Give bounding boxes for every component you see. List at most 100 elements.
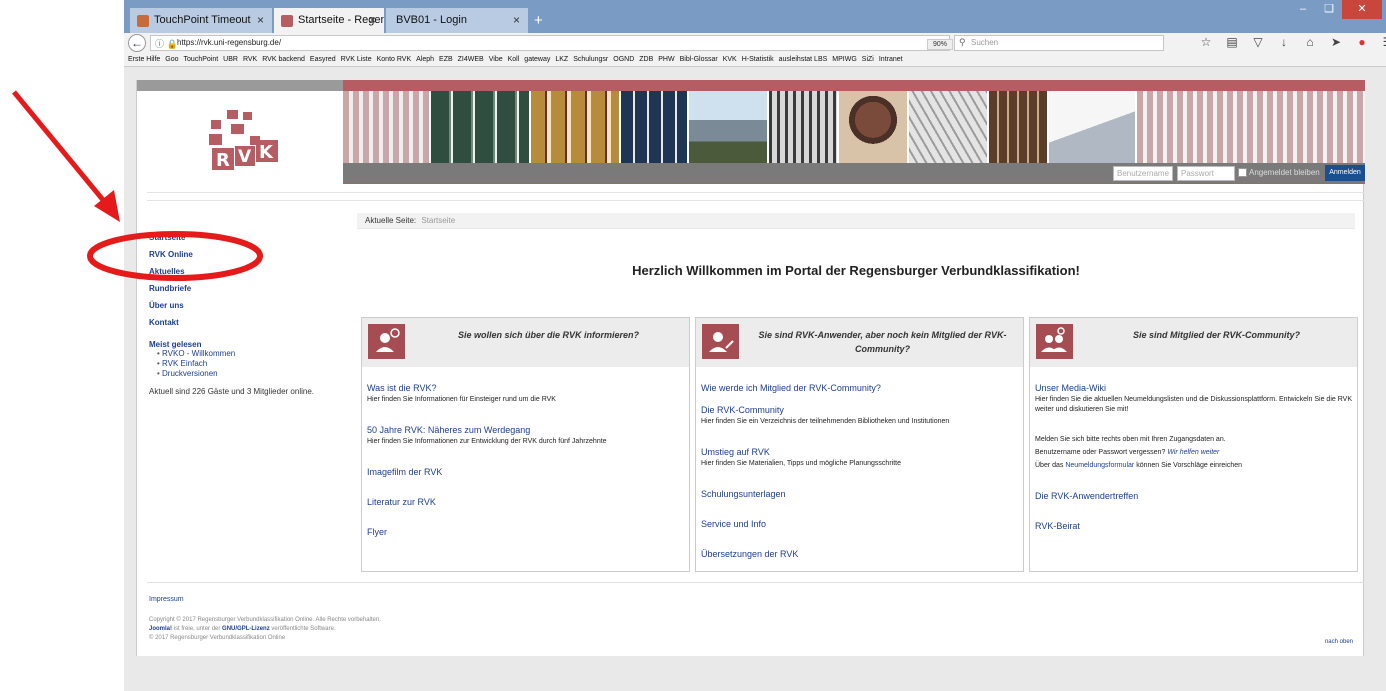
link-mitglied-werden[interactable]: Wie werde ich Mitglied der RVK-Community…	[701, 383, 1018, 393]
bookmark-item[interactable]: EZB	[439, 56, 453, 63]
link-beirat[interactable]: RVK-Beirat	[1035, 521, 1352, 531]
browser-window: TouchPoint Timeout × Startseite - Regens…	[124, 0, 1386, 691]
back-button[interactable]: ←	[128, 34, 146, 52]
svg-text:R: R	[216, 150, 230, 171]
link-media-wiki[interactable]: Unser Media-Wiki	[1035, 383, 1352, 393]
tab-touchpoint[interactable]: TouchPoint Timeout ×	[130, 8, 272, 33]
bookmark-item[interactable]: TouchPoint	[184, 56, 219, 63]
bookmark-item[interactable]: Schulungsr	[573, 56, 608, 63]
addon-icon[interactable]: ●	[1352, 35, 1372, 49]
gpl-link[interactable]: GNU/GPL-Lizenz	[222, 626, 270, 632]
back-to-top-link[interactable]: nach oben	[1325, 639, 1353, 645]
bookmark-item[interactable]: Aleph	[416, 56, 434, 63]
link-uebersetzungen[interactable]: Übersetzungen der RVK	[701, 549, 1018, 559]
nav-item-startseite[interactable]: Startseite	[149, 233, 339, 242]
link-literatur[interactable]: Literatur zur RVK	[367, 497, 684, 507]
search-input[interactable]: ⚲ Suchen	[954, 35, 1164, 51]
link-help[interactable]: Wir helfen weiter	[1167, 449, 1219, 456]
link-imagefilm[interactable]: Imagefilm der RVK	[367, 467, 684, 477]
bookmark-item[interactable]: Vibe	[489, 56, 503, 63]
nav-item-rundbriefe[interactable]: Rundbriefe	[149, 284, 339, 293]
most-read-item[interactable]: RVKO - Willkommen	[149, 349, 339, 359]
bookmark-item[interactable]: Goo	[165, 56, 178, 63]
tab-startseite[interactable]: Startseite - Regensburger Ver ×	[274, 8, 384, 33]
info-panel: Sie wollen sich über die RVK informieren…	[361, 317, 690, 572]
welcome-heading: Herzlich Willkommen im Portal der Regens…	[632, 263, 1080, 278]
bookmark-item[interactable]: KVK	[723, 56, 737, 63]
bookmark-item[interactable]: LKZ	[555, 56, 568, 63]
login-button[interactable]: Anmelden	[1325, 165, 1365, 181]
bookmark-item[interactable]: H-Statistik	[742, 56, 774, 63]
most-read-item[interactable]: RVK Einfach	[149, 359, 339, 369]
link-neumeldungsformular[interactable]: Neumeldungsformular	[1065, 462, 1134, 469]
panel-header: Sie sind Mitglied der RVK-Community?	[1030, 318, 1357, 367]
bookmark-star-icon[interactable]: ☆	[1196, 35, 1216, 49]
link-50-jahre[interactable]: 50 Jahre RVK: Näheres zum Werdegang	[367, 425, 684, 435]
panel-body: Wie werde ich Mitglied der RVK-Community…	[696, 367, 1023, 559]
close-window-icon[interactable]: ✕	[1342, 0, 1382, 19]
pocket-icon[interactable]: ▽	[1248, 35, 1268, 49]
bookmark-item[interactable]: Easyred	[310, 56, 336, 63]
tab-close-icon[interactable]: ×	[369, 13, 376, 27]
bookmark-item[interactable]: RVK Liste	[341, 56, 372, 63]
joomla-link[interactable]: Joomla!	[149, 626, 172, 632]
remember-me-checkbox[interactable]: Angemeldet bleiben	[1238, 168, 1320, 178]
menu-icon[interactable]: ☰	[1378, 35, 1386, 49]
panel-title: Sie sind RVK-Anwender, aber noch kein Mi…	[758, 330, 1007, 354]
link-umstieg[interactable]: Umstieg auf RVK	[701, 447, 1018, 457]
bookmark-item[interactable]: ZI4WEB	[458, 56, 484, 63]
link-service-info[interactable]: Service und Info	[701, 519, 1018, 529]
banner-image	[1049, 91, 1137, 163]
bookmark-item[interactable]: ausleihstat LBS	[779, 56, 828, 63]
bookmark-item[interactable]: Intranet	[879, 56, 903, 63]
bookmark-item[interactable]: Bibl-Glossar	[680, 56, 718, 63]
bookmark-item[interactable]: Koll	[508, 56, 520, 63]
breadcrumb-label: Aktuelle Seite:	[365, 216, 417, 225]
member-panel: Sie sind Mitglied der RVK-Community? Uns…	[1029, 317, 1358, 572]
bookmark-item[interactable]: ZDB	[639, 56, 653, 63]
username-input[interactable]: Benutzername	[1113, 166, 1173, 181]
minimize-icon[interactable]: –	[1290, 0, 1316, 19]
link-flyer[interactable]: Flyer	[367, 527, 684, 537]
impressum-link[interactable]: Impressum	[149, 596, 184, 603]
home-icon[interactable]: ⌂	[1300, 35, 1320, 49]
copyright-line: Copyright © 2017 Regensburger Verbundkla…	[149, 617, 381, 623]
bookmark-item[interactable]: gateway	[524, 56, 550, 63]
bookmark-item[interactable]: PHW	[658, 56, 674, 63]
password-input[interactable]: Passwort	[1177, 166, 1235, 181]
bookmark-item[interactable]: MPIWG	[832, 56, 857, 63]
tab-close-icon[interactable]: ×	[257, 13, 264, 27]
rvk-logo[interactable]: R V K	[187, 106, 287, 172]
bookmark-item[interactable]: SiZi	[862, 56, 874, 63]
bookmark-item[interactable]: Konto RVK	[377, 56, 412, 63]
panel-body: Unser Media-Wiki Hier finden Sie die akt…	[1030, 367, 1357, 531]
touchpoint-favicon-icon	[137, 15, 149, 27]
link-anwendertreffen[interactable]: Die RVK-Anwendertreffen	[1035, 491, 1352, 501]
send-icon[interactable]: ➤	[1326, 35, 1346, 49]
bookmarks-bar: Erste Hilfe Goo TouchPoint UBR RVK RVK backen…	[124, 53, 1386, 67]
panel-header: Sie sind RVK-Anwender, aber noch kein Mi…	[696, 318, 1023, 367]
link-community[interactable]: Die RVK-Community	[701, 405, 1018, 415]
bookmark-item[interactable]: UBR	[223, 56, 238, 63]
nav-item-kontakt[interactable]: Kontakt	[149, 318, 339, 327]
tab-bvb01-login[interactable]: BVB01 - Login ×	[386, 8, 528, 33]
most-read-item[interactable]: Druckversionen	[149, 369, 339, 379]
bookmark-item[interactable]: RVK backend	[262, 56, 305, 63]
reading-list-icon[interactable]: ▤	[1222, 35, 1242, 49]
download-icon[interactable]: ↓	[1274, 35, 1294, 49]
tab-close-icon[interactable]: ×	[513, 13, 520, 27]
bookmark-item[interactable]: RVK	[243, 56, 257, 63]
nav-item-aktuelles[interactable]: Aktuelles	[149, 267, 339, 276]
form-post: können Sie Vorschläge einreichen	[1136, 462, 1243, 469]
link-was-ist-rvk[interactable]: Was ist die RVK?	[367, 383, 684, 393]
address-bar[interactable]: ⓘ 🔒 https://rvk.uni-regensburg.de/ 90% ↻	[150, 35, 967, 51]
new-tab-button[interactable]: +	[534, 12, 543, 29]
banner-image	[989, 91, 1049, 163]
bookmark-item[interactable]: OGND	[613, 56, 634, 63]
link-schulungsunterlagen[interactable]: Schulungsunterlagen	[701, 489, 1018, 499]
nav-item-rvk-online[interactable]: RVK Online	[149, 250, 339, 259]
nav-item-ueber-uns[interactable]: Über uns	[149, 301, 339, 310]
zoom-level[interactable]: 90%	[927, 39, 954, 50]
restore-icon[interactable]: ❑	[1316, 0, 1342, 19]
bookmark-item[interactable]: Erste Hilfe	[128, 56, 160, 63]
